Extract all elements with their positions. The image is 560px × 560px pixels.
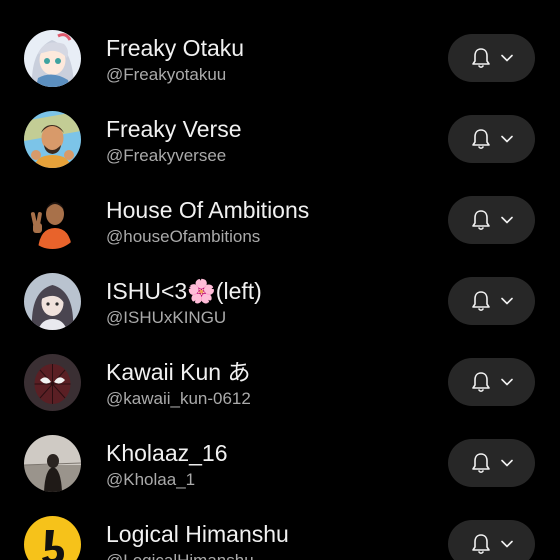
chevron-down-icon — [501, 459, 513, 467]
channel-row[interactable]: Freaky Otaku @Freakyotakuu — [0, 18, 560, 99]
channel-avatar[interactable] — [24, 111, 81, 168]
channel-name[interactable]: Kawaii Kun あ — [106, 358, 250, 386]
girl-photo-avatar-icon — [24, 273, 81, 330]
bell-icon — [472, 48, 490, 69]
notification-button[interactable] — [448, 115, 535, 163]
bell-icon — [472, 210, 490, 231]
channel-handle: @Freakyotakuu — [106, 65, 227, 84]
channel-row[interactable]: ISHU<3🌸(left) @ISHUxKINGU — [0, 261, 560, 342]
channel-avatar[interactable] — [24, 516, 81, 560]
channel-handle: @kawaii_kun-0612 — [106, 389, 251, 408]
channel-avatar[interactable] — [24, 30, 81, 87]
channel-name[interactable]: Logical Himanshu — [106, 520, 289, 548]
channel-name[interactable]: ISHU<3🌸(left) — [106, 277, 262, 305]
chevron-down-icon — [501, 297, 513, 305]
chevron-down-icon — [501, 54, 513, 62]
channel-name[interactable]: Freaky Otaku — [106, 34, 244, 62]
chevron-down-icon — [501, 216, 513, 224]
subscriptions-list: Freaky Otaku @Freakyotakuu Freaky Verse … — [0, 0, 560, 560]
channel-row[interactable]: House Of Ambitions @houseOfambitions — [0, 180, 560, 261]
bell-icon — [472, 129, 490, 150]
channel-name[interactable]: Kholaaz_16 — [106, 439, 228, 467]
channel-row[interactable]: Kholaaz_16 @Kholaa_1 — [0, 423, 560, 504]
channel-avatar[interactable] — [24, 354, 81, 411]
bell-icon — [472, 372, 490, 393]
notification-button[interactable] — [448, 520, 535, 560]
notification-button[interactable] — [448, 277, 535, 325]
channel-handle: @houseOfambitions — [106, 227, 261, 246]
channel-row[interactable]: Logical Himanshu @LogicalHimanshu — [0, 504, 560, 560]
man-peace-sign-avatar-icon — [24, 192, 81, 249]
girl-by-sea-avatar-icon — [24, 435, 81, 492]
bell-icon — [472, 534, 490, 555]
notification-button[interactable] — [448, 439, 535, 487]
yellow-logo-avatar-icon — [24, 516, 81, 560]
channel-name[interactable]: Freaky Verse — [106, 115, 242, 143]
notification-button[interactable] — [448, 196, 535, 244]
chevron-down-icon — [501, 378, 513, 386]
channel-row[interactable]: Kawaii Kun あ @kawaii_kun-0612 — [0, 342, 560, 423]
chevron-down-icon — [501, 135, 513, 143]
spider-mask-avatar-icon — [24, 354, 81, 411]
channel-handle: @LogicalHimanshu — [106, 551, 254, 560]
channel-avatar[interactable] — [24, 273, 81, 330]
channel-handle: @ISHUxKINGU — [106, 308, 227, 327]
anime-girl-avatar-icon — [24, 30, 81, 87]
channel-handle: @Kholaa_1 — [106, 470, 196, 489]
notification-button[interactable] — [448, 358, 535, 406]
channel-row[interactable]: Freaky Verse @Freakyversee — [0, 99, 560, 180]
channel-avatar[interactable] — [24, 435, 81, 492]
cartoon-man-avatar-icon — [24, 111, 81, 168]
notification-button[interactable] — [448, 34, 535, 82]
chevron-down-icon — [501, 540, 513, 548]
bell-icon — [472, 291, 490, 312]
bell-icon — [472, 453, 490, 474]
channel-name[interactable]: House Of Ambitions — [106, 196, 309, 224]
channel-handle: @Freakyversee — [106, 146, 227, 165]
channel-avatar[interactable] — [24, 192, 81, 249]
